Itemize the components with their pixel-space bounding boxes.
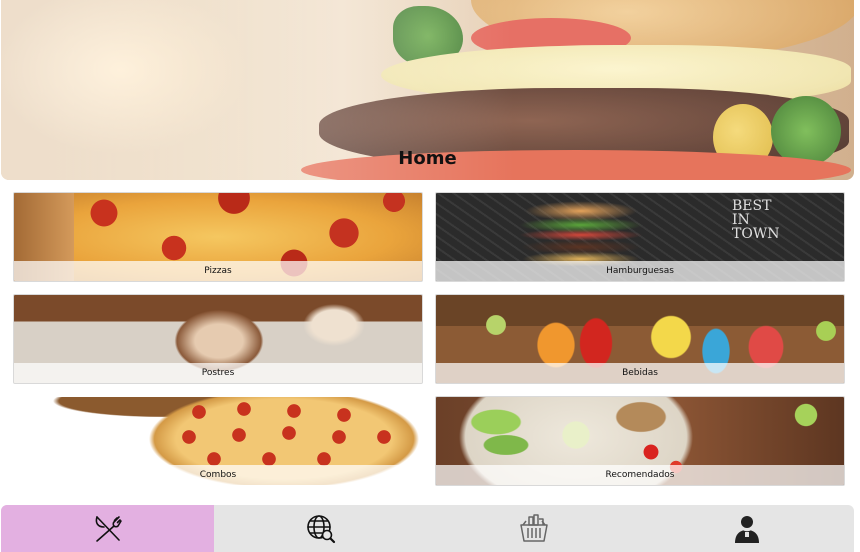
basket-icon (520, 513, 548, 542)
nav-item-profile[interactable] (641, 505, 854, 552)
nav-item-menu[interactable] (1, 505, 215, 552)
category-label: Hamburguesas (436, 261, 844, 281)
category-label: Postres (14, 363, 422, 383)
page-title: Home (398, 148, 457, 169)
hero-banner: Home (1, 0, 854, 180)
user-icon (735, 515, 760, 543)
category-card-bebidas[interactable]: Bebidas (435, 294, 845, 384)
category-label: Recomendados (436, 465, 844, 485)
globe-search-icon (307, 514, 335, 543)
category-label: Combos (14, 465, 422, 485)
nav-item-explore[interactable] (214, 505, 427, 552)
category-card-postres[interactable]: Postres (13, 294, 423, 384)
fork-knife-icon (95, 515, 122, 542)
category-label: Pizzas (14, 261, 422, 281)
category-card-combos[interactable]: Combos (13, 396, 423, 486)
nav-item-basket[interactable] (428, 505, 641, 552)
category-card-hamburguesas[interactable]: Hamburguesas (435, 192, 845, 282)
bottom-nav (1, 505, 854, 552)
category-card-pizzas[interactable]: Pizzas (13, 192, 423, 282)
category-label: Bebidas (436, 363, 844, 383)
category-card-recomendados[interactable]: Recomendados (435, 396, 845, 486)
